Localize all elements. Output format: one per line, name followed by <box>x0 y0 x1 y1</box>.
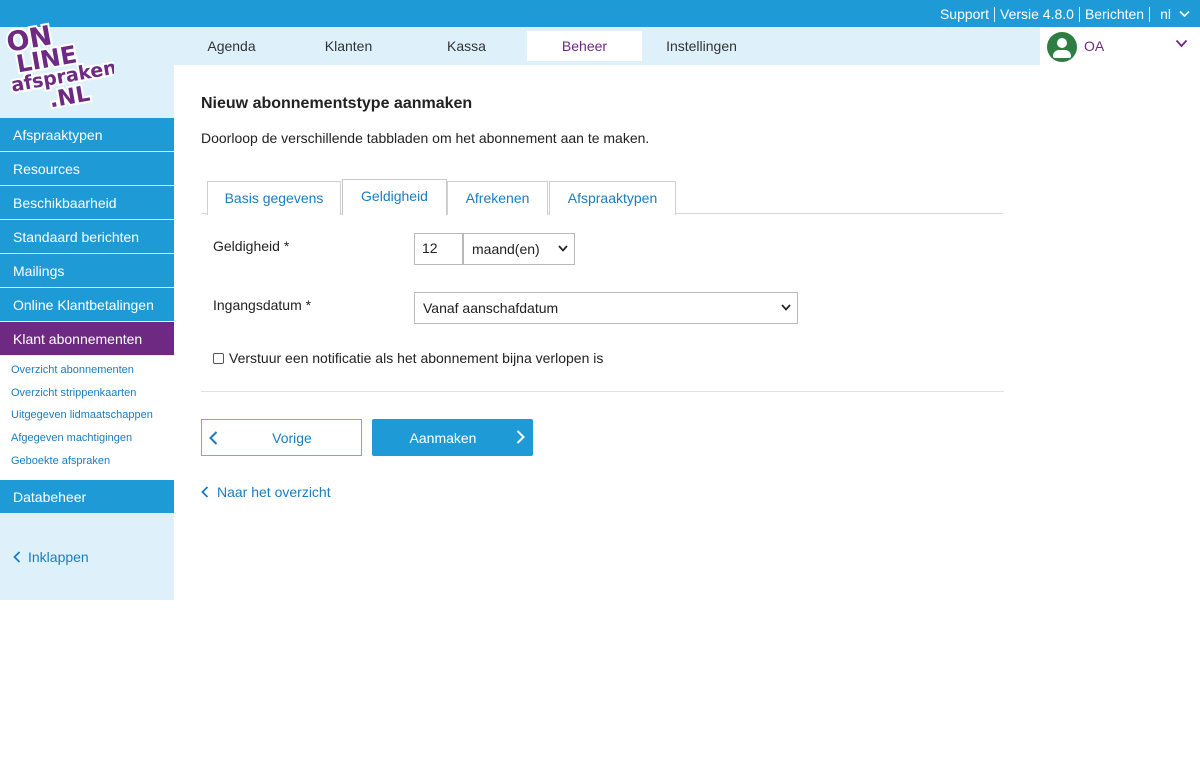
user-icon-body <box>1053 50 1071 58</box>
chevron-down-icon <box>558 245 568 252</box>
nav-kassa[interactable]: Kassa <box>409 31 524 61</box>
utility-links: Support Versie 4.8.0 Berichten nl <box>940 6 1190 22</box>
separator <box>1149 6 1151 22</box>
separator <box>994 6 995 22</box>
validity-unit-value: maand(en) <box>472 241 540 257</box>
support-link[interactable]: Support <box>940 6 989 22</box>
chevron-left-icon <box>13 551 21 563</box>
validity-amount-input[interactable]: 12 <box>414 233 463 265</box>
user-initials: OA <box>1084 38 1105 54</box>
language-value: nl <box>1160 6 1171 22</box>
create-button-label: Aanmaken <box>409 430 477 446</box>
chevron-down-icon <box>1179 10 1190 18</box>
logo[interactable]: ON LINE afspraken .NL <box>6 3 114 111</box>
collapse-label: Inklappen <box>28 549 89 565</box>
user-icon-head <box>1057 38 1067 48</box>
tab-afrekenen[interactable]: Afrekenen <box>447 181 548 215</box>
sidebar: ON LINE afspraken .NL Afspraaktypen Reso… <box>0 18 174 600</box>
collapse-sidebar-link[interactable]: Inklappen <box>13 549 89 565</box>
tab-bar: Basis gegevens Geldigheid Afrekenen Afsp… <box>201 179 1003 215</box>
separator <box>1078 6 1080 22</box>
notify-option[interactable]: Verstuur een notificatie als het abonnem… <box>213 350 603 366</box>
messages-link[interactable]: Berichten <box>1085 6 1144 22</box>
start-date-value: Vanaf aanschafdatum <box>423 300 559 316</box>
validity-unit-select[interactable]: maand(en) <box>463 233 575 265</box>
sidebar-submenu: Overzicht abonnementen Overzicht strippe… <box>0 356 174 481</box>
divider <box>201 391 1004 392</box>
sidebar-item-standaard-berichten[interactable]: Standaard berichten <box>0 220 174 254</box>
user-menu[interactable]: OA <box>1040 27 1200 65</box>
sidebar-subitem-uitgegeven-lidmaatschappen[interactable]: Uitgegeven lidmaatschappen <box>0 406 174 429</box>
sidebar-item-online-klantbetalingen[interactable]: Online Klantbetalingen <box>0 288 174 322</box>
nav-agenda[interactable]: Agenda <box>174 31 289 61</box>
back-link-label: Naar het overzicht <box>217 484 331 500</box>
create-button[interactable]: Aanmaken <box>372 419 533 456</box>
nav-klanten[interactable]: Klanten <box>291 31 406 61</box>
validity-label: Geldigheid * <box>213 238 290 254</box>
avatar <box>1047 32 1077 62</box>
sidebar-subitem-geboekte-afspraken[interactable]: Geboekte afspraken <box>0 452 174 475</box>
sidebar-subitem-overzicht-strippenkaarten[interactable]: Overzicht strippenkaarten <box>0 384 174 407</box>
sidebar-menu: Afspraaktypen Resources Beschikbaarheid … <box>0 118 174 515</box>
start-date-select[interactable]: Vanaf aanschafdatum <box>414 292 798 324</box>
start-date-label: Ingangsdatum * <box>213 297 312 313</box>
sidebar-item-resources[interactable]: Resources <box>0 152 174 186</box>
back-to-overview-link[interactable]: Naar het overzicht <box>201 484 331 500</box>
sidebar-item-databeheer[interactable]: Databeheer <box>0 480 174 515</box>
page-intro: Doorloop de verschillende tabbladen om h… <box>201 130 650 146</box>
tab-geldigheid[interactable]: Geldigheid <box>342 179 447 215</box>
chevron-down-icon <box>1175 39 1188 48</box>
chevron-down-icon <box>781 304 791 311</box>
previous-button[interactable]: Vorige <box>201 419 362 456</box>
page-title: Nieuw abonnementstype aanmaken <box>201 95 473 112</box>
sidebar-item-mailings[interactable]: Mailings <box>0 254 174 288</box>
previous-button-label: Vorige <box>272 430 312 446</box>
sidebar-item-beschikbaarheid[interactable]: Beschikbaarheid <box>0 186 174 220</box>
nav-beheer[interactable]: Beheer <box>527 31 642 61</box>
language-selector[interactable]: nl <box>1160 6 1190 22</box>
sidebar-subitem-overzicht-abonnementen[interactable]: Overzicht abonnementen <box>0 361 174 384</box>
top-utility-bar: Support Versie 4.8.0 Berichten nl <box>0 0 1200 27</box>
main-navigation: Agenda Klanten Kassa Beheer Instellingen <box>174 27 1040 65</box>
sidebar-subitem-afgegeven-machtigingen[interactable]: Afgegeven machtigingen <box>0 429 174 452</box>
chevron-left-icon <box>201 486 209 498</box>
notify-checkbox[interactable] <box>213 352 224 364</box>
sidebar-item-afspraaktypen[interactable]: Afspraaktypen <box>0 118 174 152</box>
nav-instellingen[interactable]: Instellingen <box>644 31 759 61</box>
tab-basis-gegevens[interactable]: Basis gegevens <box>207 181 341 215</box>
sidebar-item-klant-abonnementen[interactable]: Klant abonnementen <box>0 322 174 356</box>
tab-afspraaktypen[interactable]: Afspraaktypen <box>549 181 676 215</box>
chevron-right-icon <box>516 430 525 444</box>
version-label: Versie 4.8.0 <box>1000 6 1074 22</box>
notify-label: Verstuur een notificatie als het abonnem… <box>229 350 604 366</box>
